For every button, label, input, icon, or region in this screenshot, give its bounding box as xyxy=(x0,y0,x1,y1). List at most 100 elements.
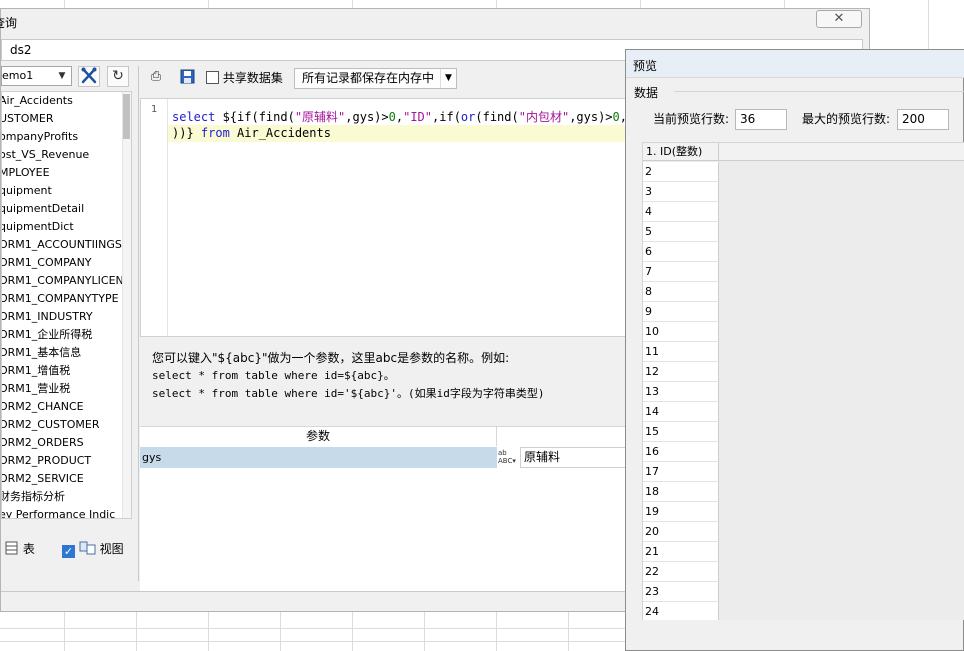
grid-row[interactable]: 24 xyxy=(643,602,719,620)
table-list-item[interactable]: quipmentDetail xyxy=(2,200,131,218)
grid-row[interactable]: 4 xyxy=(643,202,719,222)
parameter-row[interactable]: gys ab ABC▾ 原辅料 xyxy=(140,447,635,468)
show-tables-option[interactable]: 表 xyxy=(5,541,35,557)
share-dataset-option[interactable]: 共享数据集 xyxy=(206,70,283,86)
refresh-button[interactable]: ↻ xyxy=(107,66,129,87)
grid-row[interactable]: 9 xyxy=(643,302,719,322)
line-number-gutter: 1 xyxy=(141,99,168,336)
share-dataset-checkbox[interactable] xyxy=(206,71,219,84)
save-button[interactable] xyxy=(178,69,196,87)
table-list-item[interactable]: ost_VS_Revenue xyxy=(2,146,131,164)
max-rows-input[interactable]: 200 xyxy=(897,109,949,130)
table-list-item[interactable]: ORM1_基本信息 xyxy=(2,344,131,362)
preview-button[interactable]: ⎙ xyxy=(147,69,165,87)
table-list-item[interactable]: ORM1_COMPANY xyxy=(2,254,131,272)
parameter-column-header: 参数 xyxy=(140,427,497,446)
table-list-item[interactable]: ompanyProfits xyxy=(2,128,131,146)
parameter-name[interactable]: gys xyxy=(140,447,497,468)
table-list-item[interactable]: ORM2_CUSTOMER xyxy=(2,416,131,434)
code-line: select ${if(find("原辅料",gys)>0,"ID",if(or… xyxy=(168,109,634,126)
grid-row[interactable]: 19 xyxy=(643,502,719,522)
hint-example: select * from table where id='${abc}'。(如… xyxy=(152,387,545,400)
close-button[interactable]: ✕ xyxy=(816,10,862,28)
table-list-item[interactable]: Air_Accidents xyxy=(2,92,131,110)
grid-row[interactable]: 17 xyxy=(643,462,719,482)
grid-row[interactable]: 18 xyxy=(643,482,719,502)
code-token: "原辅料" xyxy=(294,110,346,124)
chevron-down-icon: ▼ xyxy=(58,71,66,81)
code-token: 0 xyxy=(612,110,620,124)
grid-row[interactable]: 20 xyxy=(643,522,719,542)
grid-row[interactable]: 11 xyxy=(643,342,719,362)
divider xyxy=(1,591,626,592)
panel-divider[interactable] xyxy=(138,66,139,581)
table-list: Air_Accidents USTOMER ompanyProfits ost_VS_… xyxy=(1,91,132,519)
share-dataset-label: 共享数据集 xyxy=(222,71,283,85)
table-type-filter: 表 ✓ 视图 xyxy=(1,533,132,581)
datasource-select[interactable]: emo1 ▼ xyxy=(1,66,72,86)
grid-header: 1. ID(整数) xyxy=(643,143,964,161)
max-rows-label: 最大的预览行数: xyxy=(802,112,891,126)
grid-row[interactable]: 6 xyxy=(643,242,719,262)
connection-settings-button[interactable] xyxy=(78,66,100,87)
grid-row[interactable]: 13 xyxy=(643,382,719,402)
table-list-item[interactable]: ORM1_企业所得税 xyxy=(2,326,131,344)
table-list-item[interactable]: ORM1_营业税 xyxy=(2,380,131,398)
grid-row[interactable]: 3 xyxy=(643,182,719,202)
parameter-value-input[interactable]: 原辅料 xyxy=(520,447,635,468)
sql-editor[interactable]: 1 select ${if(find("原辅料",gys)>0,"ID",if(… xyxy=(140,98,635,337)
code-token: 0 xyxy=(388,110,396,124)
table-list-item[interactable]: quipmentDict xyxy=(2,218,131,236)
grid-row[interactable]: 5 xyxy=(643,222,719,242)
grid-row[interactable]: 15 xyxy=(643,422,719,442)
grid-row[interactable]: 14 xyxy=(643,402,719,422)
grid-row[interactable]: 16 xyxy=(643,442,719,462)
table-list-item[interactable]: ORM2_CHANCE xyxy=(2,398,131,416)
grid-row[interactable]: 7 xyxy=(643,262,719,282)
datasource-value: emo1 xyxy=(2,69,34,82)
show-views-option[interactable]: ✓ 视图 xyxy=(62,541,124,558)
show-views-checkbox[interactable]: ✓ xyxy=(62,545,75,558)
grid-row[interactable]: 21 xyxy=(643,542,719,562)
grid-row[interactable]: 22 xyxy=(643,562,719,582)
show-views-label: 视图 xyxy=(99,542,124,556)
table-list-item[interactable]: 财务指标分析 xyxy=(2,488,131,506)
table-list-item[interactable]: ey Performance Indic xyxy=(2,506,131,518)
table-icon xyxy=(5,541,18,555)
table-list-scrollbar[interactable] xyxy=(122,92,131,518)
table-list-item[interactable]: MPLOYEE xyxy=(2,164,131,182)
table-list-item[interactable]: ORM2_SERVICE xyxy=(2,470,131,488)
grid-row[interactable]: 12 xyxy=(643,362,719,382)
table-list-item[interactable]: quipment xyxy=(2,182,131,200)
cache-mode-select[interactable]: 所有记录都保存在内存中 ▼ xyxy=(294,68,457,89)
table-list-item[interactable]: ORM1_增值税 xyxy=(2,362,131,380)
text-type-icon[interactable]: ab ABC▾ xyxy=(498,448,518,467)
parameter-table: 参数 gys ab ABC▾ 原辅料 xyxy=(140,426,635,591)
table-list-item[interactable]: ORM2_PRODUCT xyxy=(2,452,131,470)
table-list-item[interactable]: ORM2_ORDERS xyxy=(2,434,131,452)
group-border xyxy=(674,91,964,92)
close-icon: ✕ xyxy=(833,11,845,26)
show-tables-label: 表 xyxy=(22,542,35,556)
scrollbar-thumb[interactable] xyxy=(123,94,130,139)
table-list-item[interactable]: ORM1_COMPANYTYPE xyxy=(2,290,131,308)
table-list-item[interactable]: ORM1_COMPANYLICENSE xyxy=(2,272,131,290)
table-list-item[interactable]: ORM1_INDUSTRY xyxy=(2,308,131,326)
current-rows-input[interactable]: 36 xyxy=(735,109,787,130)
table-list-item[interactable]: ORM1_ACCOUNTIINGSYSTE xyxy=(2,236,131,254)
preview-titlebar[interactable]: 预览 xyxy=(626,50,964,78)
code-token: Air_Accidents xyxy=(229,126,331,140)
grid-row[interactable]: 2 xyxy=(643,162,719,182)
chevron-down-icon: ▼ xyxy=(440,69,456,88)
refresh-icon: ↻ xyxy=(112,68,124,84)
grid-row[interactable]: 10 xyxy=(643,322,719,342)
column-header[interactable]: 1. ID(整数) xyxy=(643,143,719,161)
grid-row[interactable]: 8 xyxy=(643,282,719,302)
hint-example: select * from table where id=${abc}。 xyxy=(152,369,395,382)
preview-window: 预览 数据 当前预览行数: 36 最大的预览行数: 200 1. ID(整数) … xyxy=(625,49,964,651)
code-token: (find( xyxy=(475,110,519,124)
line-number: 1 xyxy=(151,104,158,115)
grid-row[interactable]: 23 xyxy=(643,582,719,602)
table-list-item[interactable]: USTOMER xyxy=(2,110,131,128)
preview-data-grid: 1. ID(整数) 2 3 4 5 6 7 8 9 10 11 12 13 14 15 16 17 18 19 20… xyxy=(642,142,964,620)
